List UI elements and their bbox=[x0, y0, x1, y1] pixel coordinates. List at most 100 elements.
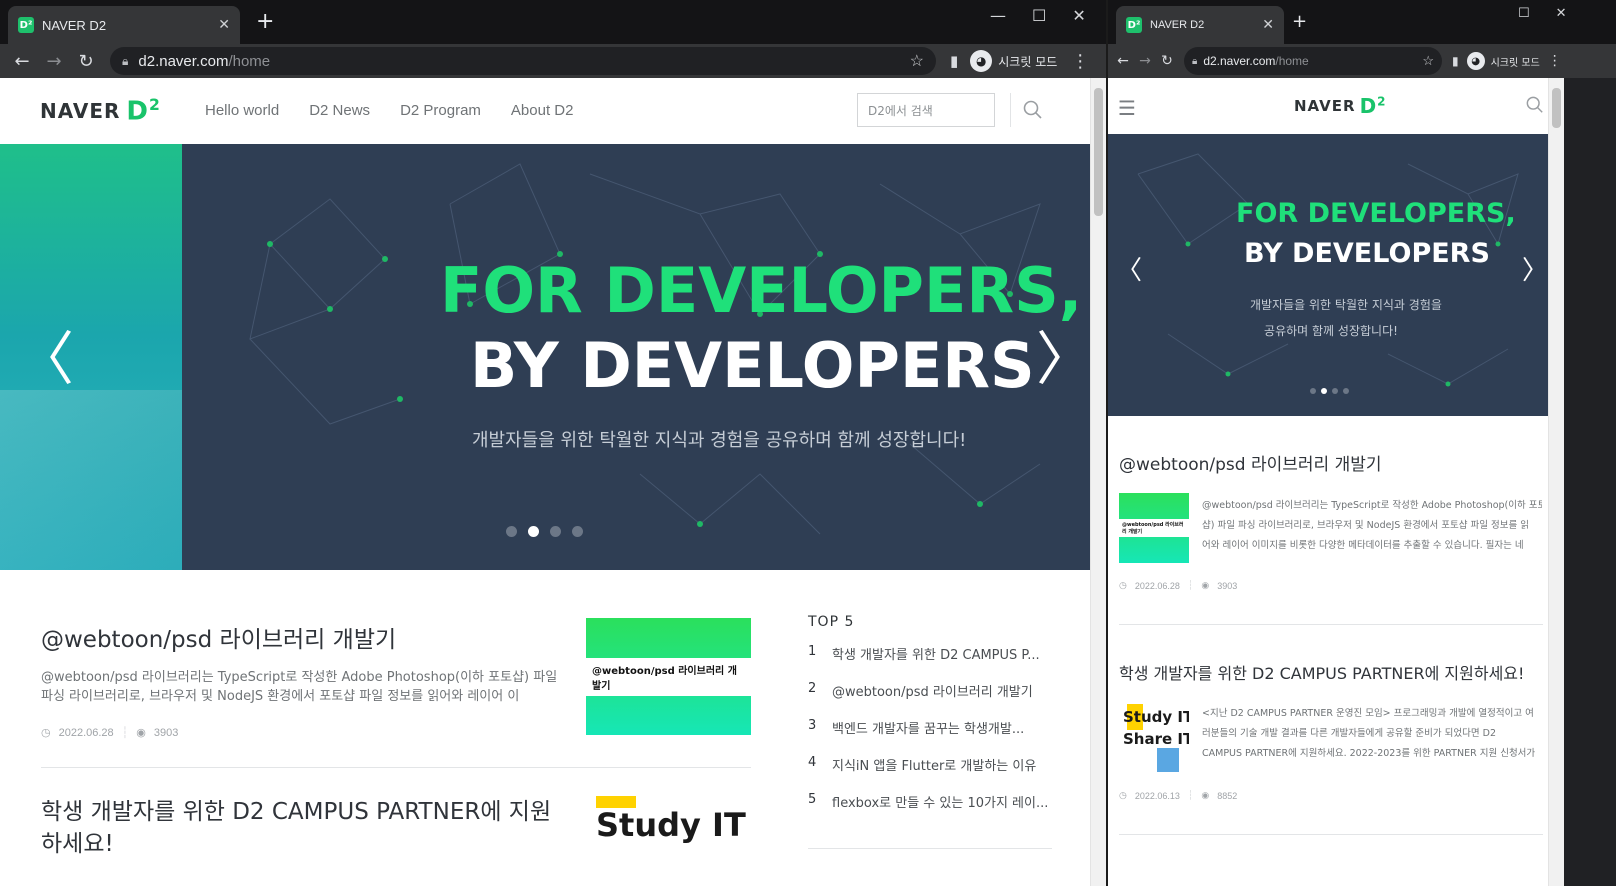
slide-dot[interactable] bbox=[1321, 388, 1327, 394]
address-bar[interactable]: 🔒︎ d2.naver.com /home ☆ bbox=[110, 47, 936, 75]
eye-icon: ◉ bbox=[1201, 580, 1210, 590]
post-item[interactable]: 학생 개발자를 위한 D2 CAMPUS PARTNER에 지원 하세요! bbox=[41, 796, 571, 860]
tab-title: NAVER D2 bbox=[1150, 19, 1205, 31]
post-thumbnail[interactable]: Study IT Share IT bbox=[1119, 702, 1189, 772]
browser-toolbar: ← → ↻ 🔒︎ d2.naver.com /home ☆ ▮ ◕ 시크릿 모드… bbox=[0, 44, 1106, 78]
search-button[interactable] bbox=[1010, 93, 1054, 127]
next-slide-chevron-icon[interactable]: 〉 bbox=[1036, 312, 1090, 396]
top5-link[interactable]: 백엔드 개발자를 꿈꾸는 학생개발... bbox=[832, 718, 1052, 737]
reload-icon[interactable]: ↻ bbox=[70, 51, 102, 72]
slide-dot[interactable] bbox=[1310, 388, 1316, 394]
next-slide-chevron-icon[interactable]: 〉 bbox=[1522, 250, 1548, 287]
post-meta: ◷ 2022.06.28 ┆ ◉ 3903 bbox=[41, 726, 179, 740]
forward-arrow-icon[interactable]: → bbox=[1134, 53, 1156, 69]
post-meta: ◷ 2022.06.28 ┆ ◉ 3903 bbox=[1119, 580, 1238, 591]
thumbnail-study-text: Study IT bbox=[1123, 708, 1189, 726]
top5-item[interactable]: 3 백엔드 개발자를 꿈꾸는 학생개발... bbox=[808, 718, 1058, 755]
post-thumbnail[interactable]: Study IT bbox=[586, 794, 751, 886]
back-arrow-icon[interactable]: ← bbox=[6, 51, 38, 72]
incognito-icon: ◕ bbox=[1466, 52, 1485, 70]
nav-d2-program[interactable]: D2 Program bbox=[400, 102, 481, 119]
url-host: d2.naver.com bbox=[138, 52, 229, 70]
post-thumbnail[interactable]: @webtoon/psd 라이브러리 개발기 bbox=[586, 618, 751, 735]
post-divider bbox=[1119, 834, 1543, 835]
side-panel-icon[interactable]: ▮ bbox=[950, 52, 958, 70]
maximize-button[interactable]: ☐ bbox=[1518, 6, 1530, 21]
slide-dot[interactable] bbox=[572, 526, 583, 537]
logo-d-mark: D bbox=[126, 96, 149, 127]
tab-naver-d2[interactable]: D² NAVER D2 ✕ bbox=[8, 6, 240, 44]
top5-panel: TOP 5 1 학생 개발자를 위한 D2 CAMPUS P... 2 @webtoo… bbox=[808, 614, 1058, 829]
post-title-line-2: 하세요! bbox=[41, 831, 114, 857]
post-item[interactable]: @webtoon/psd 라이브러리 개발기 @webtoon/psd 라이브러… bbox=[41, 620, 561, 739]
top5-item[interactable]: 2 @webtoon/psd 라이브러리 개발기 bbox=[808, 681, 1058, 718]
eye-icon: ◉ bbox=[136, 727, 146, 739]
address-bar[interactable]: 🔒︎ d2.naver.com /home ☆ bbox=[1184, 47, 1442, 75]
back-arrow-icon[interactable]: ← bbox=[1112, 53, 1134, 69]
prev-slide-chevron-icon[interactable]: 〈 bbox=[1116, 250, 1142, 287]
incognito-indicator[interactable]: ◕ 시크릿 모드 bbox=[970, 50, 1057, 72]
tab-close-icon[interactable]: ✕ bbox=[1262, 17, 1274, 33]
slide-dot[interactable] bbox=[1343, 388, 1349, 394]
top5-link[interactable]: 학생 개발자를 위한 D2 CAMPUS P... bbox=[832, 644, 1052, 663]
slide-dot[interactable] bbox=[550, 526, 561, 537]
nav-d2-news[interactable]: D2 News bbox=[309, 102, 370, 119]
slide-dot[interactable] bbox=[506, 526, 517, 537]
search-input[interactable]: D2에서 검색 bbox=[857, 93, 995, 127]
post-title[interactable]: 학생 개발자를 위한 D2 CAMPUS PARTNER에 지원 하세요! bbox=[41, 796, 571, 860]
site-header: ☰ NAVER D2 bbox=[1108, 78, 1548, 134]
tab-naver-d2[interactable]: D² NAVER D2 ✕ bbox=[1116, 6, 1284, 44]
bookmark-star-icon[interactable]: ☆ bbox=[1422, 53, 1434, 69]
thumbnail-label: @webtoon/psd 라이브러리 개발기 bbox=[586, 657, 751, 696]
slide-indicator bbox=[1310, 388, 1349, 394]
post-title[interactable]: @webtoon/psd 라이브러리 개발기 bbox=[41, 620, 561, 654]
hero-headline-2: BY DEVELOPERS bbox=[470, 329, 1035, 402]
prev-slide-chevron-icon[interactable]: 〈 bbox=[16, 312, 74, 396]
top5-link[interactable]: flexbox로 만들 수 있는 10가지 레이... bbox=[832, 792, 1052, 811]
top5-divider bbox=[808, 848, 1052, 849]
post-item[interactable]: @webtoon/psd 라이브러리 개발기 bbox=[1119, 450, 1543, 475]
slide-dot[interactable] bbox=[1332, 388, 1338, 394]
close-window-button[interactable]: ✕ bbox=[1556, 6, 1567, 21]
naver-d2-logo[interactable]: NAVER D2 bbox=[1294, 94, 1387, 118]
side-panel-icon[interactable]: ▮ bbox=[1452, 54, 1459, 68]
hero-subtitle-line-1: 개발자들을 위한 탁월한 지식과 경험을 bbox=[1250, 298, 1442, 312]
more-menu-icon[interactable]: ⋮ bbox=[1071, 51, 1089, 72]
post-views: 8852 bbox=[1217, 790, 1238, 801]
slide-dot[interactable] bbox=[528, 526, 539, 537]
top5-link[interactable]: @webtoon/psd 라이브러리 개발기 bbox=[832, 681, 1052, 700]
url-path: /home bbox=[228, 52, 271, 70]
new-tab-button[interactable]: + bbox=[256, 10, 274, 34]
page-scrollbar[interactable] bbox=[1548, 78, 1564, 886]
nav-hello-world[interactable]: Hello world bbox=[205, 102, 279, 119]
reload-icon[interactable]: ↻ bbox=[1156, 53, 1178, 69]
close-window-button[interactable]: ✕ bbox=[1072, 6, 1085, 25]
top5-item[interactable]: 1 학생 개발자를 위한 D2 CAMPUS P... bbox=[808, 644, 1058, 681]
hamburger-menu-icon[interactable]: ☰ bbox=[1118, 96, 1136, 120]
hero-headline-1: FOR DEVELOPERS, bbox=[1236, 198, 1516, 229]
top5-link[interactable]: 지식iN 앱을 Flutter로 개발하는 이유 bbox=[832, 755, 1052, 774]
more-menu-icon[interactable]: ⋮ bbox=[1548, 53, 1562, 69]
scrollbar-thumb[interactable] bbox=[1552, 88, 1561, 128]
scrollbar-thumb[interactable] bbox=[1094, 88, 1103, 216]
top5-item[interactable]: 5 flexbox로 만들 수 있는 10가지 레이... bbox=[808, 792, 1058, 829]
forward-arrow-icon[interactable]: → bbox=[38, 51, 70, 72]
page-scrollbar[interactable] bbox=[1090, 78, 1106, 886]
nav-about-d2[interactable]: About D2 bbox=[511, 102, 574, 119]
maximize-button[interactable]: ☐ bbox=[1032, 6, 1046, 25]
browser-window-large: D² NAVER D2 ✕ + — ☐ ✕ ← → ↻ 🔒︎ d2.naver.… bbox=[0, 0, 1106, 886]
top5-item[interactable]: 4 지식iN 앱을 Flutter로 개발하는 이유 bbox=[808, 755, 1058, 792]
minimize-button[interactable]: — bbox=[990, 6, 1006, 25]
tab-close-icon[interactable]: ✕ bbox=[218, 17, 230, 33]
bookmark-star-icon[interactable]: ☆ bbox=[910, 51, 924, 71]
incognito-indicator[interactable]: ◕ 시크릿 모드 bbox=[1466, 52, 1540, 70]
post-title[interactable]: 학생 개발자를 위한 D2 CAMPUS PARTNER에 지원하세요! bbox=[1119, 660, 1543, 684]
naver-d2-logo[interactable]: NAVER D2 bbox=[40, 96, 161, 127]
search-button[interactable] bbox=[1526, 96, 1544, 118]
hero-subtitle: 개발자들을 위한 탁월한 지식과 경험을 공유하며 함께 성장합니다! bbox=[472, 430, 967, 451]
post-thumbnail[interactable]: @webtoon/psd 라이브러리 개발기 bbox=[1119, 493, 1189, 563]
post-item[interactable]: 학생 개발자를 위한 D2 CAMPUS PARTNER에 지원하세요! bbox=[1119, 660, 1543, 684]
new-tab-button[interactable]: + bbox=[1292, 10, 1307, 34]
post-title[interactable]: @webtoon/psd 라이브러리 개발기 bbox=[1119, 450, 1543, 475]
post-excerpt-line-2: 파싱 라이브러리로, 브라우저 및 NodeJS 환경에서 포토샵 파일 정보를… bbox=[41, 689, 520, 704]
